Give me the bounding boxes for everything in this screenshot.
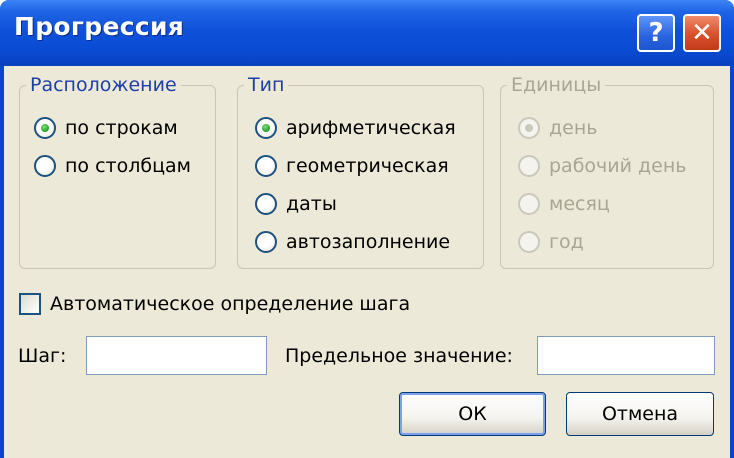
help-button[interactable]: ? <box>637 14 675 52</box>
radio-by-columns[interactable]: по столбцам <box>34 155 191 177</box>
step-label-row: Шаг: <box>18 345 66 367</box>
title-bar[interactable]: Прогрессия ? ✕ <box>0 0 734 66</box>
radio-workday-label: рабочий день <box>549 155 687 177</box>
radio-arithmetic[interactable]: арифметическая <box>255 117 456 139</box>
radio-year-label: год <box>549 231 584 253</box>
radio-autofill[interactable]: автозаполнение <box>255 231 450 253</box>
radio-by-rows-label: по строкам <box>65 117 178 139</box>
radio-month-label: месяц <box>549 193 610 215</box>
radio-workday: рабочий день <box>518 155 686 177</box>
step-label: Шаг: <box>18 345 67 367</box>
type-legend: Тип <box>244 74 289 96</box>
radio-dates-button[interactable] <box>255 193 277 215</box>
cancel-button[interactable]: Отмена <box>566 392 714 436</box>
radio-geometric-label: геометрическая <box>286 155 449 177</box>
radio-year: год <box>518 231 584 253</box>
auto-step-label: Автоматическое определение шага <box>50 293 411 315</box>
radio-day-button <box>518 117 540 139</box>
radio-month: месяц <box>518 193 610 215</box>
progression-dialog: Прогрессия ? ✕ Расположение по строкам п… <box>0 0 734 458</box>
cancel-button-label: Отмена <box>601 403 679 425</box>
radio-day: день <box>518 117 597 139</box>
selected-dot-icon <box>41 124 49 132</box>
radio-geometric-button[interactable] <box>255 155 277 177</box>
selected-dot-icon <box>525 124 533 132</box>
radio-arithmetic-button[interactable] <box>255 117 277 139</box>
radio-month-button <box>518 193 540 215</box>
units-legend: Единицы <box>507 74 606 96</box>
location-group: Расположение по строкам по столбцам <box>19 74 216 269</box>
help-icon: ? <box>648 18 664 48</box>
radio-geometric[interactable]: геометрическая <box>255 155 449 177</box>
ok-button-label: ОК <box>458 403 487 425</box>
auto-step-checkbox[interactable]: Автоматическое определение шага <box>19 293 410 315</box>
units-group: Единицы день рабочий день месяц год <box>500 74 714 269</box>
radio-day-label: день <box>549 117 598 139</box>
dialog-body: Расположение по строкам по столбцам Тип … <box>4 66 730 458</box>
window-title: Прогрессия <box>14 12 185 41</box>
close-icon: ✕ <box>691 18 713 48</box>
ok-button[interactable]: ОК <box>399 392 546 436</box>
radio-by-rows-button[interactable] <box>34 117 56 139</box>
type-group: Тип арифметическая геометрическая даты а… <box>237 74 484 269</box>
radio-autofill-button[interactable] <box>255 231 277 253</box>
radio-year-button <box>518 231 540 253</box>
selected-dot-icon <box>262 124 270 132</box>
radio-dates-label: даты <box>286 193 337 215</box>
limit-label: Предельное значение: <box>285 345 513 367</box>
radio-by-rows[interactable]: по строкам <box>34 117 178 139</box>
radio-autofill-label: автозаполнение <box>286 231 451 253</box>
radio-by-columns-label: по столбцам <box>65 155 191 177</box>
limit-input[interactable] <box>537 336 715 375</box>
step-input[interactable] <box>86 336 267 375</box>
radio-arithmetic-label: арифметическая <box>286 117 456 139</box>
radio-workday-button <box>518 155 540 177</box>
close-button[interactable]: ✕ <box>683 14 721 52</box>
radio-by-columns-button[interactable] <box>34 155 56 177</box>
radio-dates[interactable]: даты <box>255 193 337 215</box>
location-legend: Расположение <box>26 74 181 96</box>
auto-step-checkbox-box[interactable] <box>19 293 41 315</box>
limit-label-row: Предельное значение: <box>285 345 513 367</box>
